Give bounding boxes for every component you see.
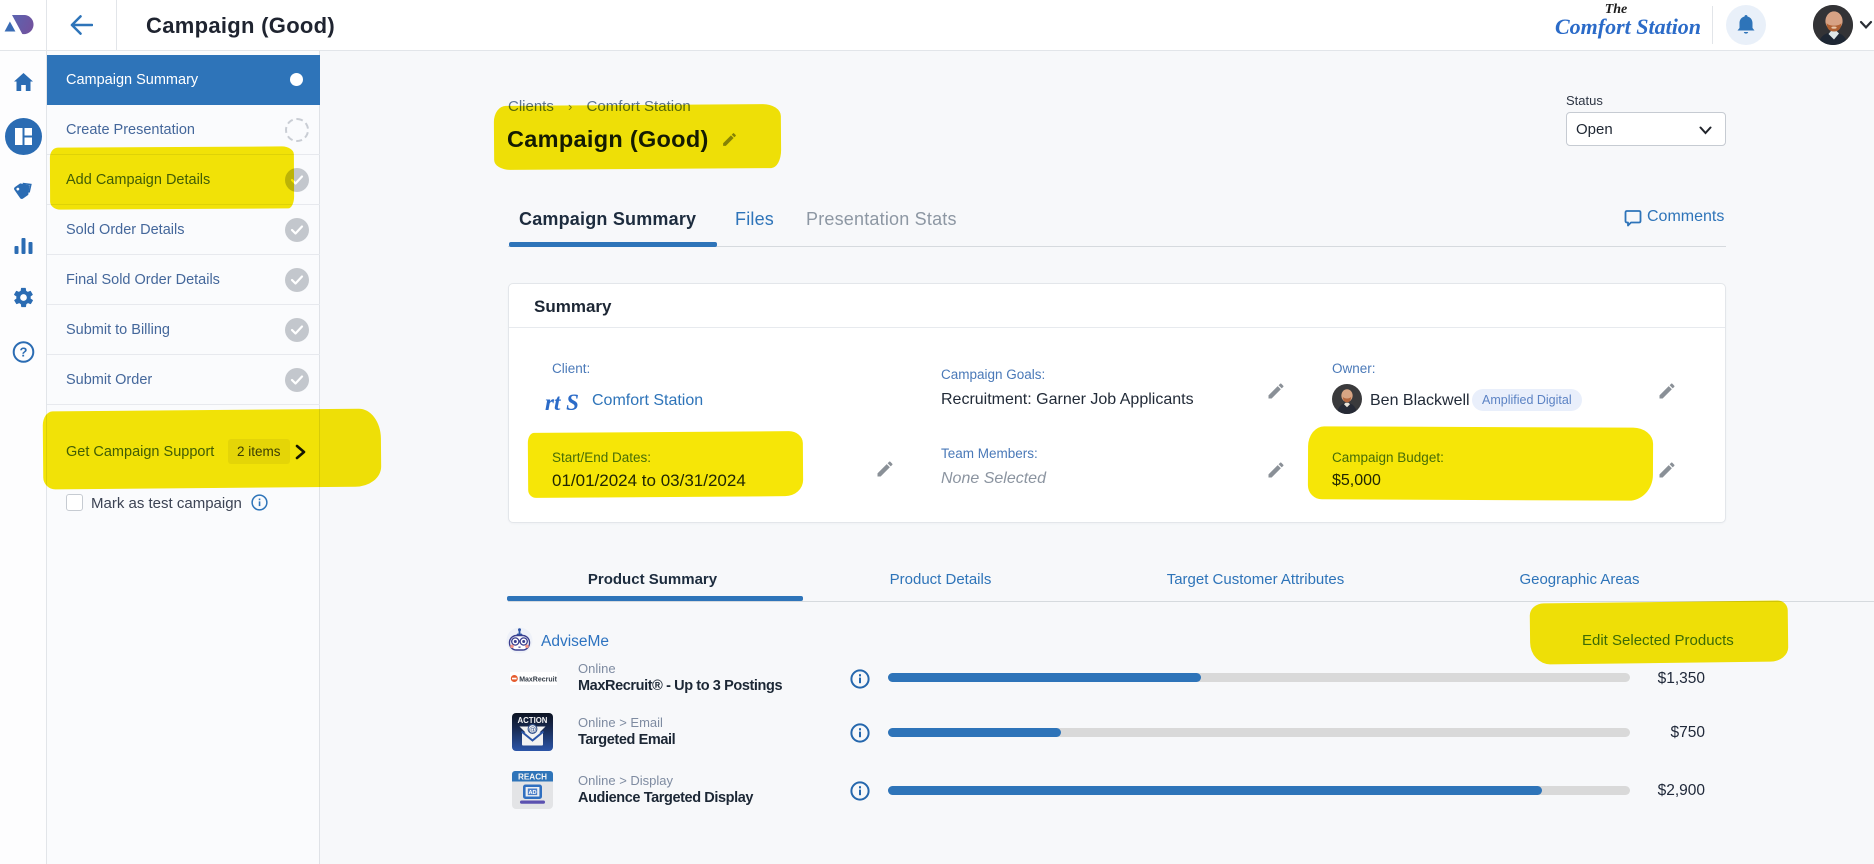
svg-text:?: ? <box>20 345 28 360</box>
svg-text:AD: AD <box>528 790 536 796</box>
svg-text:REACH: REACH <box>518 773 547 782</box>
svg-text:ACTION: ACTION <box>518 716 548 725</box>
svg-text:MaxRecruit®: MaxRecruit® <box>519 675 557 683</box>
svg-text:@: @ <box>529 725 537 734</box>
